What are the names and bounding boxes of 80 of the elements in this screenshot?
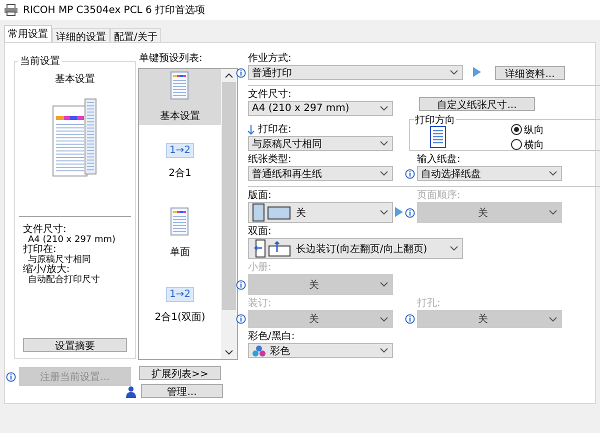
play-icon[interactable] [473,67,481,77]
field-label: 小册: [248,262,272,274]
custom-size-button[interactable]: 自定义纸张尺寸... [419,97,535,111]
field-label: 双面: [248,226,272,238]
scroll-down-icon[interactable] [225,350,233,355]
dropdown[interactable]: 长边装订(向左翻页/向上翻页) [248,238,463,259]
list-title: 单键预设列表: [139,53,204,65]
caret-icon [450,246,458,251]
preset-name: 基本设置 [55,72,95,86]
caret-icon [380,316,388,322]
preset-item[interactable]: 1→2 2合1(双面) [139,269,221,341]
dropdown[interactable]: 彩色 [248,343,393,358]
dropdown[interactable]: 自动选择纸盘 [417,166,562,181]
portrait-page-icon [430,126,446,148]
field-label: 文件尺寸: [248,89,292,101]
info-icon[interactable] [6,372,16,382]
document-icon [170,207,190,237]
setting-label: 文件尺寸: [23,225,68,235]
caret-icon [380,171,388,176]
info-icon[interactable] [236,68,246,78]
setting-value: 与原稿尺寸相同 [28,255,92,265]
setting-value: A4 (210 x 297 mm) [28,235,116,245]
caret-icon [380,282,388,287]
caret-icon [380,106,388,111]
preset-label: 单面 [170,246,190,259]
tab[interactable]: 常用设置 [4,25,52,42]
field-label: 页面顺序: [417,190,462,202]
printer-icon [4,4,18,16]
dropdown[interactable]: 普通纸和再生纸 [248,166,393,181]
arrow-down-icon [247,125,255,135]
preset-label: 2合1 [168,166,192,180]
expand-list-button[interactable]: 扩展列表>> [139,366,221,380]
duplex-binding-icon [252,238,292,258]
document-icon [170,71,190,101]
scroll-up-icon[interactable] [225,73,233,78]
field-label: 版面: [248,190,272,202]
play-icon[interactable] [395,207,403,217]
preset-item[interactable]: 单面 [139,197,221,269]
setting-value: 自动配合打印尺寸 [27,275,101,285]
tab[interactable]: 配置/关于 [110,28,162,42]
user-icon [126,386,136,398]
dropdown[interactable]: A4 (210 x 297 mm) [248,101,393,116]
preset-label: 基本设置 [160,110,200,123]
caret-icon [380,210,388,215]
summary-button[interactable]: 设置摘要 [23,338,127,352]
caret-icon [549,171,557,176]
field-label: 打孔: [417,298,442,310]
setting-label: 缩小/放大: [23,265,70,275]
window-title: RICOH MP C3504ex PCL 6 打印首选项 [23,4,206,17]
two-up-icon: 1→2 [166,286,194,302]
field-label: 作业方式: [248,53,292,65]
caret-icon [549,210,557,215]
info-icon[interactable] [405,168,415,178]
scrollbar[interactable] [221,69,237,359]
group-title: 当前设置 [18,54,62,68]
dropdown[interactable]: 关 [248,202,393,223]
field-label: 装订: [248,298,272,310]
two-up-icon: 1→2 [166,142,194,158]
caret-icon [380,141,388,146]
page-layout-icon [252,202,292,222]
field-label: 彩色/黑白: [248,331,296,343]
field-label: 打印在: [258,124,292,136]
tab[interactable]: 详细的设置 [52,28,110,42]
group-title: 打印方向 [414,113,456,127]
radio-option[interactable]: 横向 [511,138,544,152]
dropdown[interactable]: 与原稿尺寸相同 [248,136,393,151]
field-label: 纸张类型: [248,154,292,166]
dropdown[interactable]: 普通打印 [248,65,463,80]
preset-item[interactable]: 1→2 2合1 [139,125,221,197]
caret-icon [549,316,557,322]
preset-item[interactable]: 基本设置 [139,69,221,125]
field-label: 输入纸盘: [417,154,462,166]
radio-option[interactable]: 纵向 [511,122,544,136]
details-button[interactable]: 详细资料... [495,66,565,80]
caret-icon [380,348,388,353]
color-dots-icon [252,344,266,356]
setting-label: 打印在: [23,245,58,255]
preset-label: 2合1(双面) [154,310,206,324]
manage-button[interactable]: 管理... [141,384,223,398]
caret-icon [450,70,458,75]
